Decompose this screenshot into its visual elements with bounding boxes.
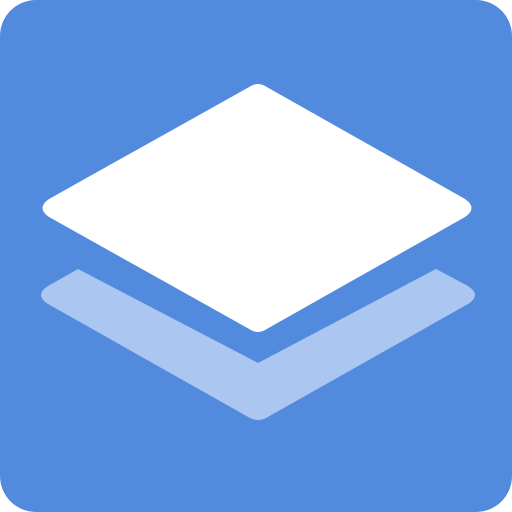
layers-icon: [0, 0, 512, 512]
app-icon: [0, 0, 512, 512]
